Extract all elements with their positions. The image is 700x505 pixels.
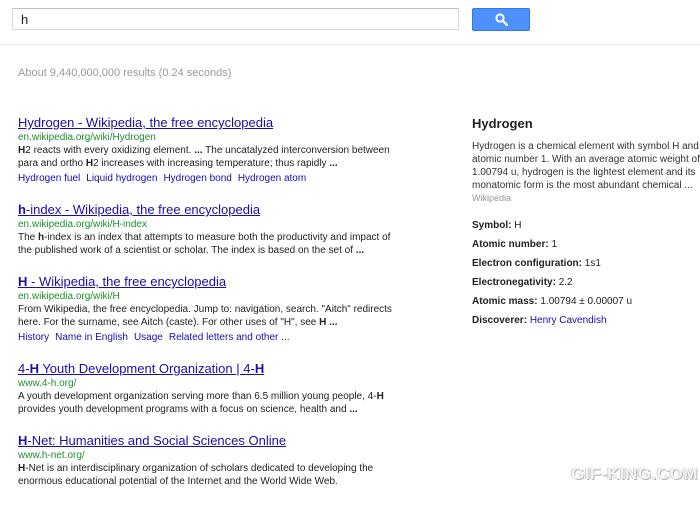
sitelink[interactable]: Liquid hydrogen bbox=[86, 173, 157, 184]
sitelinks: History Name in English Usage Related lette… bbox=[18, 331, 398, 344]
sitelink[interactable]: Hydrogen fuel bbox=[18, 173, 80, 184]
sitelink[interactable]: Hydrogen bond bbox=[163, 173, 231, 184]
result-url: en.wikipedia.org/wiki/H-index bbox=[18, 219, 147, 230]
result-stats: About 9,440,000,000 results (0.24 second… bbox=[18, 67, 232, 79]
fact-value: 1 bbox=[551, 239, 558, 250]
fact-value-link[interactable]: Henry Cavendish bbox=[530, 315, 607, 326]
search-result: H-Net: Humanities and Social Sciences On… bbox=[18, 433, 398, 488]
fact-row: Electron configuration: 1s1 bbox=[472, 257, 700, 270]
fact-row: Electronegativity: 2.2 bbox=[472, 276, 700, 289]
result-snippet: The h-index is an index that attempts to… bbox=[18, 232, 391, 256]
search-result: 4-H Youth Development Organization | 4-H… bbox=[18, 361, 398, 416]
sitelink[interactable]: Hydrogen atom bbox=[238, 173, 306, 184]
result-title-link[interactable]: Hydrogen - Wikipedia, the free encyclope… bbox=[18, 115, 398, 131]
result-title-link[interactable]: 4-H Youth Development Organization | 4-H bbox=[18, 361, 398, 377]
fact-value: H bbox=[514, 220, 522, 231]
fact-row: Symbol: H bbox=[472, 219, 700, 232]
search-input[interactable] bbox=[12, 8, 459, 30]
fact-row: Atomic mass: 1.00794 ± 0.00007 u bbox=[472, 295, 700, 308]
result-snippet: H-Net is an interdisciplinary organizati… bbox=[18, 463, 374, 487]
fact-key: Symbol: bbox=[472, 220, 512, 231]
knowledge-panel-title: Hydrogen bbox=[472, 116, 533, 131]
fact-value: 1s1 bbox=[584, 258, 601, 269]
sitelink[interactable]: Name in English bbox=[55, 332, 128, 343]
knowledge-panel: Hydrogen Hydrogen is a chemical element … bbox=[472, 116, 700, 333]
search-result: H - Wikipedia, the free encyclopedia en.w… bbox=[18, 274, 398, 344]
fact-row: Discoverer: Henry Cavendish bbox=[472, 314, 700, 327]
result-title-link[interactable]: H-Net: Humanities and Social Sciences On… bbox=[18, 433, 398, 449]
sitelink[interactable]: Related letters and other ... bbox=[169, 332, 290, 343]
header-divider bbox=[0, 44, 700, 45]
result-title-link[interactable]: H - Wikipedia, the free encyclopedia bbox=[18, 274, 398, 290]
fact-key: Discoverer: bbox=[472, 315, 528, 326]
result-snippet: From Wikipedia, the free encyclopedia. J… bbox=[18, 304, 392, 328]
knowledge-panel-facts: Symbol: H Atomic number: 1 Electron config… bbox=[472, 219, 700, 327]
wikipedia-source-link[interactable]: Wikipedia bbox=[472, 193, 511, 203]
result-url: en.wikipedia.org/wiki/H bbox=[18, 291, 120, 302]
result-title-link[interactable]: h-index - Wikipedia, the free encycloped… bbox=[18, 202, 398, 218]
magnifier-icon bbox=[494, 13, 508, 26]
result-snippet: A youth development organization serving… bbox=[18, 391, 384, 415]
fact-key: Atomic number: bbox=[472, 239, 549, 250]
fact-row: Atomic number: 1 bbox=[472, 238, 700, 251]
result-snippet: H2 reacts with every oxidizing element. … bbox=[18, 145, 390, 169]
fact-key: Atomic mass: bbox=[472, 296, 538, 307]
fact-key: Electronegativity: bbox=[472, 277, 556, 288]
search-result: Hydrogen - Wikipedia, the free encyclope… bbox=[18, 115, 398, 185]
result-url: en.wikipedia.org/wiki/Hydrogen bbox=[18, 132, 156, 143]
fact-value: 1.00794 ± 0.00007 u bbox=[540, 296, 633, 307]
search-result: h-index - Wikipedia, the free encycloped… bbox=[18, 202, 398, 257]
sitelink[interactable]: Usage bbox=[134, 332, 163, 343]
knowledge-panel-description: Hydrogen is a chemical element with symb… bbox=[472, 140, 700, 205]
fact-key: Electron configuration: bbox=[472, 258, 582, 269]
sitelinks: Hydrogen fuel Liquid hydrogen Hydrogen bon… bbox=[18, 172, 398, 185]
sitelink[interactable]: History bbox=[18, 332, 49, 343]
fact-value: 2.2 bbox=[558, 277, 573, 288]
description-text: Hydrogen is a chemical element with symb… bbox=[472, 141, 700, 191]
result-url: www.h-net.org/ bbox=[18, 450, 85, 461]
results-list: Hydrogen - Wikipedia, the free encyclope… bbox=[18, 115, 398, 505]
watermark: GIF-KING.COM bbox=[571, 464, 698, 483]
search-button[interactable] bbox=[472, 8, 530, 31]
result-url: www.4-h.org/ bbox=[18, 378, 77, 389]
